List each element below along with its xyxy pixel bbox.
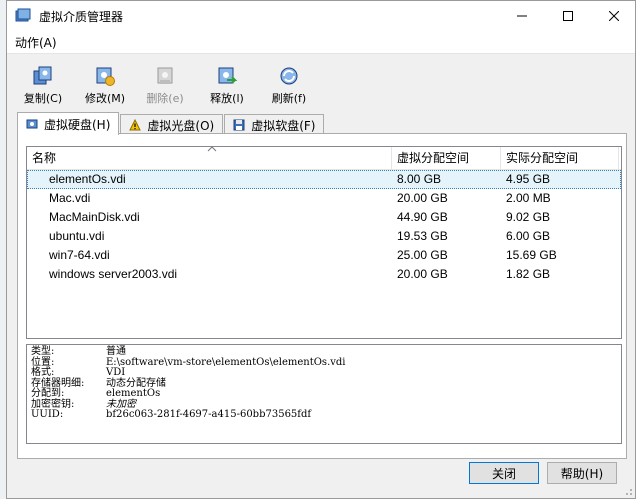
hard-disk-icon	[26, 119, 38, 129]
detail-type-value: 普通	[106, 346, 126, 357]
actual-size-cell: 9.02 GB	[506, 210, 551, 224]
detail-attached-label: 分配到:	[31, 388, 65, 399]
close-window-button[interactable]	[591, 1, 636, 31]
actual-size-cell: 4.95 GB	[506, 172, 551, 186]
table-row[interactable]: MacMainDisk.vdi 44.90 GB 9.02 GB	[27, 208, 621, 227]
table-row[interactable]: win7-64.vdi 25.00 GB 15.69 GB	[27, 246, 621, 265]
detail-uuid-value: bf26c063-281f-4697-a415-60bb73565fdf	[106, 409, 312, 420]
virtual-size-cell: 19.53 GB	[397, 229, 448, 243]
detail-uuid: UUID: bf26c063-281f-4697-a415-60bb73565f…	[27, 409, 621, 421]
detail-attached: 分配到: elementOs	[27, 388, 621, 400]
table-row[interactable]: elementOs.vdi 8.00 GB 4.95 GB	[27, 170, 621, 189]
minimize-button[interactable]	[499, 1, 545, 31]
modify-disk-icon	[95, 66, 115, 86]
menu-bar: 动作(A)	[7, 31, 635, 54]
media-type-tabs: 虚拟硬盘(H) 虚拟光盘(O) 虚拟软盘(F)	[17, 112, 325, 135]
actual-size-cell: 2.00 MB	[506, 191, 551, 205]
tab-hard-disks-label: 虚拟硬盘(H)	[44, 117, 111, 132]
close-icon	[609, 11, 619, 21]
modify-button[interactable]: 修改(M)	[77, 66, 133, 106]
copy-disk-icon	[33, 66, 53, 86]
disk-name-cell: Mac.vdi	[49, 191, 91, 205]
table-row[interactable]: ubuntu.vdi 19.53 GB 6.00 GB	[27, 227, 621, 246]
release-button[interactable]: 释放(l)	[199, 66, 255, 106]
detail-format-value: VDI	[106, 367, 126, 378]
copy-label: 复制(C)	[23, 92, 63, 105]
remove-disk-icon	[155, 66, 175, 86]
disk-name-cell: MacMainDisk.vdi	[49, 210, 140, 224]
disk-name-cell: elementOs.vdi	[49, 172, 126, 186]
details-panel: 类型: 普通 位置: E:\software\vm-store\elementO…	[26, 344, 622, 444]
modify-label: 修改(M)	[84, 92, 126, 105]
column-header-actual-size[interactable]: 实际分配空间	[501, 147, 619, 169]
detail-location-value: E:\software\vm-store\elementOs\elementOs…	[106, 356, 346, 368]
disk-list[interactable]: 名称 虚拟分配空间 实际分配空间 elementOs.vdi 8.00 GB 4.9…	[26, 146, 622, 339]
tab-floppy-disks-label: 虚拟软盘(F)	[251, 118, 316, 133]
actual-size-cell: 15.69 GB	[506, 248, 557, 262]
remove-button[interactable]: 删除(e)	[137, 66, 193, 106]
sort-ascending-icon	[207, 145, 217, 154]
warning-icon	[129, 119, 142, 131]
release-disk-icon	[217, 66, 238, 86]
remove-label: 删除(e)	[146, 92, 184, 105]
tab-floppy-disks[interactable]: 虚拟软盘(F)	[224, 114, 325, 135]
detail-type-label: 类型:	[31, 346, 55, 357]
virtual-size-cell: 20.00 GB	[397, 191, 448, 205]
disk-name-cell: win7-64.vdi	[49, 248, 110, 262]
resize-grip-icon[interactable]	[623, 486, 633, 496]
tab-optical-disks-label: 虚拟光盘(O)	[147, 118, 215, 133]
disk-name-cell: ubuntu.vdi	[49, 229, 105, 243]
toolbar: 复制(C) 修改(M) 删除(e) 释放(l) 刷新(f)	[7, 58, 635, 110]
minimize-icon	[517, 15, 527, 17]
refresh-button[interactable]: 刷新(f)	[261, 66, 317, 106]
table-row[interactable]: windows server2003.vdi 20.00 GB 1.82 GB	[27, 265, 621, 284]
floppy-disk-icon	[233, 119, 245, 131]
menu-actions[interactable]: 动作(A)	[15, 34, 57, 51]
maximize-icon	[563, 11, 573, 21]
virtual-size-cell: 8.00 GB	[397, 172, 442, 186]
disk-name-cell: windows server2003.vdi	[49, 267, 178, 281]
refresh-icon	[279, 66, 299, 86]
title-bar[interactable]: 虚拟介质管理器	[7, 1, 635, 31]
virtual-size-cell: 25.00 GB	[397, 248, 448, 262]
media-manager-window: 虚拟介质管理器 动作(A) 复制(C) 修改(M) 删除(e) 释放(l) 刷新…	[6, 0, 636, 499]
actual-size-cell: 1.82 GB	[506, 267, 551, 281]
close-button[interactable]: 关闭	[469, 462, 539, 484]
disk-rows: elementOs.vdi 8.00 GB 4.95 GB Mac.vdi 20.00 …	[27, 170, 621, 284]
detail-format: 格式: VDI	[27, 367, 621, 379]
window-title: 虚拟介质管理器	[39, 9, 124, 24]
release-label: 释放(l)	[210, 92, 244, 105]
help-button[interactable]: 帮助(H)	[547, 462, 617, 484]
virtual-size-cell: 20.00 GB	[397, 267, 448, 281]
table-row[interactable]: Mac.vdi 20.00 GB 2.00 MB	[27, 189, 621, 208]
list-header: 名称 虚拟分配空间 实际分配空间	[27, 145, 621, 170]
copy-button[interactable]: 复制(C)	[15, 66, 71, 106]
detail-format-label: 格式:	[31, 367, 55, 378]
detail-type: 类型: 普通	[27, 346, 621, 358]
virtual-size-cell: 44.90 GB	[397, 210, 448, 224]
actual-size-cell: 6.00 GB	[506, 229, 551, 243]
detail-uuid-label: UUID:	[31, 409, 64, 420]
tab-hard-disks[interactable]: 虚拟硬盘(H)	[17, 112, 120, 135]
maximize-button[interactable]	[545, 1, 591, 31]
tab-panel: 名称 虚拟分配空间 实际分配空间 elementOs.vdi 8.00 GB 4.9…	[17, 133, 627, 459]
media-manager-icon	[15, 8, 31, 24]
column-header-virtual-size[interactable]: 虚拟分配空间	[392, 147, 501, 169]
refresh-label: 刷新(f)	[271, 92, 307, 105]
detail-attached-value[interactable]: elementOs	[106, 388, 160, 400]
tab-optical-disks[interactable]: 虚拟光盘(O)	[120, 114, 224, 135]
